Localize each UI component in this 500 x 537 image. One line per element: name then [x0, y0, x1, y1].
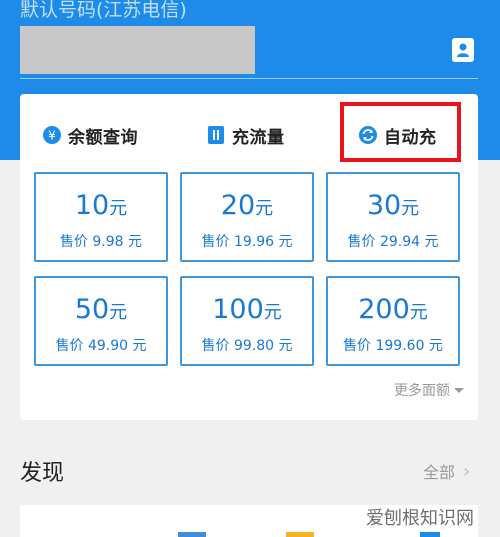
tab-label: 余额查询 [68, 127, 138, 148]
recharge-option-20[interactable]: 20元 售价 19.96 元 [180, 172, 314, 262]
tab-recharge-data[interactable]: 充流量 [206, 120, 285, 150]
red-highlight-box [340, 102, 461, 162]
recharge-option-10[interactable]: 10元 售价 9.98 元 [34, 172, 168, 262]
caret-down-icon [454, 387, 464, 393]
option-price: 售价 9.98 元 [59, 234, 143, 250]
discover-item-icon[interactable] [420, 532, 440, 537]
recharge-option-30[interactable]: 30元 售价 29.94 元 [326, 172, 460, 262]
balance-yen-icon: ¥ [42, 125, 62, 145]
more-denominations-label: 更多面额 [394, 383, 450, 399]
option-price: 售价 49.90 元 [55, 338, 147, 354]
option-amount: 30元 [366, 190, 420, 221]
option-amount: 200元 [358, 294, 428, 325]
recharge-option-200[interactable]: 200元 售价 199.60 元 [326, 276, 460, 366]
option-price: 售价 199.60 元 [343, 338, 443, 354]
recharge-card: ¥ 余额查询 充流量 自动充 10元 售价 9.98 元 20元 售价 19.9… [20, 94, 478, 420]
data-flow-icon [206, 125, 226, 145]
option-price: 售价 19.96 元 [201, 234, 293, 250]
view-all-label: 全部 [423, 463, 456, 482]
recharge-option-100[interactable]: 100元 售价 99.80 元 [180, 276, 314, 366]
section-title: 发现 [20, 461, 65, 486]
input-underline [20, 78, 478, 79]
option-amount: 10元 [74, 190, 128, 221]
svg-text:¥: ¥ [48, 129, 56, 143]
discover-item-icon[interactable] [286, 532, 314, 537]
option-price: 售价 99.80 元 [201, 338, 293, 354]
view-all-link[interactable]: 全部 › [423, 459, 470, 483]
more-denominations-link[interactable]: 更多面额 [394, 380, 464, 400]
option-price: 售价 29.94 元 [347, 234, 439, 250]
contact-book-icon[interactable] [452, 38, 474, 62]
tab-label: 充流量 [232, 127, 285, 148]
recharge-option-50[interactable]: 50元 售价 49.90 元 [34, 276, 168, 366]
discover-item-icon[interactable] [66, 532, 88, 537]
tab-balance-query[interactable]: ¥ 余额查询 [42, 120, 138, 150]
phone-number-input[interactable] [20, 26, 255, 74]
chevron-right-icon: › [463, 460, 471, 482]
default-number-hint: 默认号码(江苏电信) [20, 0, 187, 21]
discover-item-icon[interactable] [178, 532, 206, 537]
option-amount: 100元 [212, 294, 282, 325]
watermark-text: 爱刨根知识网 [366, 508, 474, 529]
option-amount: 20元 [220, 190, 274, 221]
option-amount: 50元 [74, 294, 128, 325]
